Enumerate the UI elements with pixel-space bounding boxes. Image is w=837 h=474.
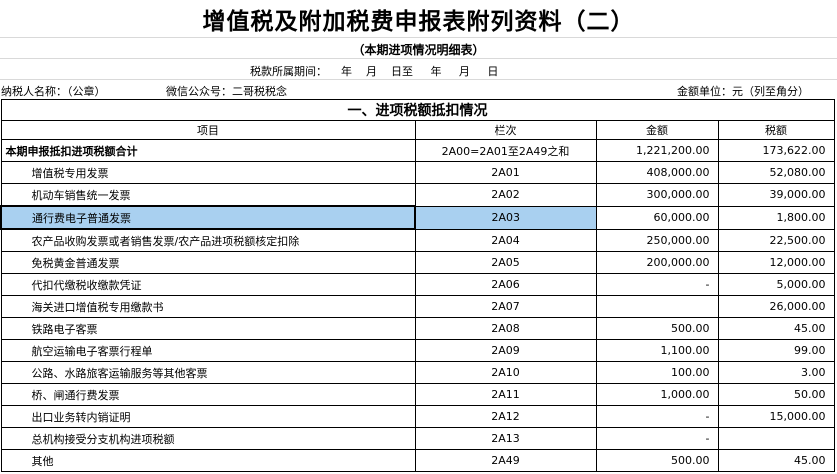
- cell-tax[interactable]: 1,800.00: [717, 205, 835, 230]
- table-row[interactable]: 本期申报抵扣进项税额合计 2A00=2A01至2A49之和 1,221,200.00…: [0, 139, 835, 162]
- cell-tax[interactable]: 52,080.00: [717, 161, 835, 184]
- cell-item[interactable]: 机动车销售统一发票: [0, 183, 416, 207]
- taxpayer-name-label: 纳税人名称：（公章）: [1, 85, 106, 98]
- cell-tax[interactable]: 15,000.00: [717, 405, 835, 428]
- cell-code[interactable]: 2A13: [414, 427, 597, 450]
- cell-code[interactable]: 2A02: [414, 183, 597, 207]
- cell-code[interactable]: 2A06: [414, 273, 597, 296]
- cell-tax[interactable]: 45.00: [717, 449, 835, 472]
- cell-amount[interactable]: -: [595, 427, 719, 450]
- column-header-amount[interactable]: 金额: [595, 120, 719, 140]
- cell-amount[interactable]: 1,221,200.00: [595, 139, 719, 162]
- table-row[interactable]: 机动车销售统一发票 2A02 300,000.00 39,000.00: [0, 183, 835, 207]
- cell-amount[interactable]: -: [595, 273, 719, 296]
- table-row[interactable]: 出口业务转内销证明 2A12-15,000.00: [0, 405, 835, 428]
- table-row[interactable]: 免税黄金普通发票 2A05 200,000.00 12,000.00: [0, 251, 835, 274]
- cell-amount[interactable]: 408,000.00: [595, 161, 719, 184]
- cell-code[interactable]: 2A00=2A01至2A49之和: [414, 139, 597, 162]
- cell-tax[interactable]: 5,000.00: [717, 273, 835, 296]
- column-header-item[interactable]: 项目: [0, 120, 416, 140]
- table-row[interactable]: 代扣代缴税收缴款凭证 2A06-5,000.00: [0, 273, 835, 296]
- table-row[interactable]: 其他 2A49 500.00 45.00: [0, 449, 835, 472]
- table-row[interactable]: 农产品收购发票或者销售发票/农产品进项税额核定扣除 2A04 250,000.00 2…: [0, 228, 835, 252]
- table-row[interactable]: 海关进口增值税专用缴款书 2A07 26,000.00: [0, 295, 835, 318]
- input-tax-table: 一、进项税额抵扣情况 项目 栏次 金额 税额 本期申报抵扣进项税额合计 2A00=…: [0, 99, 835, 472]
- wechat-label: 微信公众号：二哥税税念: [166, 85, 287, 98]
- cell-code[interactable]: 2A10: [414, 361, 597, 384]
- cell-item[interactable]: 总机构接受分支机构进项税额: [0, 427, 416, 450]
- cell-amount[interactable]: [595, 295, 719, 318]
- cell-amount[interactable]: 1,000.00: [595, 383, 719, 406]
- cell-tax[interactable]: 22,500.00: [717, 228, 835, 252]
- cell-item[interactable]: 代扣代缴税收缴款凭证: [0, 273, 416, 296]
- cell-code[interactable]: 2A08: [414, 317, 597, 340]
- cell-code[interactable]: 2A03: [414, 205, 597, 230]
- column-header-tax[interactable]: 税额: [717, 120, 835, 140]
- cell-amount[interactable]: 250,000.00: [595, 228, 719, 252]
- cell-code[interactable]: 2A01: [414, 161, 597, 184]
- cell-item[interactable]: 海关进口增值税专用缴款书: [0, 295, 416, 318]
- form-title: 增值税及附加税费申报表附列资料（二）: [202, 8, 635, 35]
- gridline: [0, 79, 837, 80]
- table-row[interactable]: 增值税专用发票 2A01 408,000.00 52,080.00: [0, 161, 835, 184]
- cell-item[interactable]: 本期申报抵扣进项税额合计: [0, 139, 416, 162]
- gridline: [0, 58, 837, 59]
- cell-tax[interactable]: 12,000.00: [717, 251, 835, 274]
- cell-item[interactable]: 航空运输电子客票行程单: [0, 339, 416, 362]
- cell-tax[interactable]: 50.00: [717, 383, 835, 406]
- cell-tax[interactable]: 39,000.00: [717, 183, 835, 207]
- cell-item[interactable]: 增值税专用发票: [0, 161, 416, 184]
- cell-amount[interactable]: 100.00: [595, 361, 719, 384]
- cell-code[interactable]: 2A49: [414, 449, 597, 472]
- cell-amount[interactable]: 60,000.00: [595, 205, 719, 230]
- cell-item[interactable]: 通行费电子普通发票: [0, 205, 416, 230]
- table-row[interactable]: 总机构接受分支机构进项税额 2A13-: [0, 427, 835, 450]
- cell-code[interactable]: 2A12: [414, 405, 597, 428]
- table-row[interactable]: 铁路电子客票 2A08 500.00 45.00: [0, 317, 835, 340]
- section-title: 一、进项税额抵扣情况: [0, 99, 835, 121]
- unit-label: 金额单位：元（列至角分）: [677, 85, 809, 98]
- cell-amount[interactable]: 200,000.00: [595, 251, 719, 274]
- table-row[interactable]: 公路、水路旅客运输服务等其他客票 2A10 100.00 3.00: [0, 361, 835, 384]
- gridline: [0, 37, 837, 38]
- cell-amount[interactable]: 500.00: [595, 449, 719, 472]
- cell-code[interactable]: 2A07: [414, 295, 597, 318]
- cell-tax[interactable]: 45.00: [717, 317, 835, 340]
- cell-tax[interactable]: [717, 427, 835, 450]
- cell-item[interactable]: 铁路电子客票: [0, 317, 416, 340]
- cell-tax[interactable]: 173,622.00: [717, 139, 835, 162]
- cell-tax[interactable]: 3.00: [717, 361, 835, 384]
- cell-item[interactable]: 出口业务转内销证明: [0, 405, 416, 428]
- cell-code[interactable]: 2A09: [414, 339, 597, 362]
- cell-code[interactable]: 2A05: [414, 251, 597, 274]
- cell-amount[interactable]: -: [595, 405, 719, 428]
- tax-period: 税款所属期间： 年 月 日至 年 月 日: [250, 65, 499, 78]
- cell-item[interactable]: 免税黄金普通发票: [0, 251, 416, 274]
- cell-item[interactable]: 其他: [0, 449, 416, 472]
- cell-item[interactable]: 公路、水路旅客运输服务等其他客票: [0, 361, 416, 384]
- cell-tax[interactable]: 26,000.00: [717, 295, 835, 318]
- table-row[interactable]: 航空运输电子客票行程单 2A09 1,100.00 99.00: [0, 339, 835, 362]
- form-subtitle: （本期进项情况明细表）: [352, 43, 485, 57]
- cell-amount[interactable]: 500.00: [595, 317, 719, 340]
- cell-tax[interactable]: 99.00: [717, 339, 835, 362]
- cell-amount[interactable]: 1,100.00: [595, 339, 719, 362]
- column-header-code[interactable]: 栏次: [414, 120, 597, 140]
- cell-amount[interactable]: 300,000.00: [595, 183, 719, 207]
- cell-code[interactable]: 2A04: [414, 228, 597, 252]
- cell-item[interactable]: 农产品收购发票或者销售发票/农产品进项税额核定扣除: [0, 228, 416, 252]
- table-row[interactable]: 桥、闸通行费发票 2A11 1,000.00 50.00: [0, 383, 835, 406]
- table-row[interactable]: 通行费电子普通发票 2A03 60,000.00 1,800.00: [0, 205, 835, 230]
- cell-item[interactable]: 桥、闸通行费发票: [0, 383, 416, 406]
- cell-code[interactable]: 2A11: [414, 383, 597, 406]
